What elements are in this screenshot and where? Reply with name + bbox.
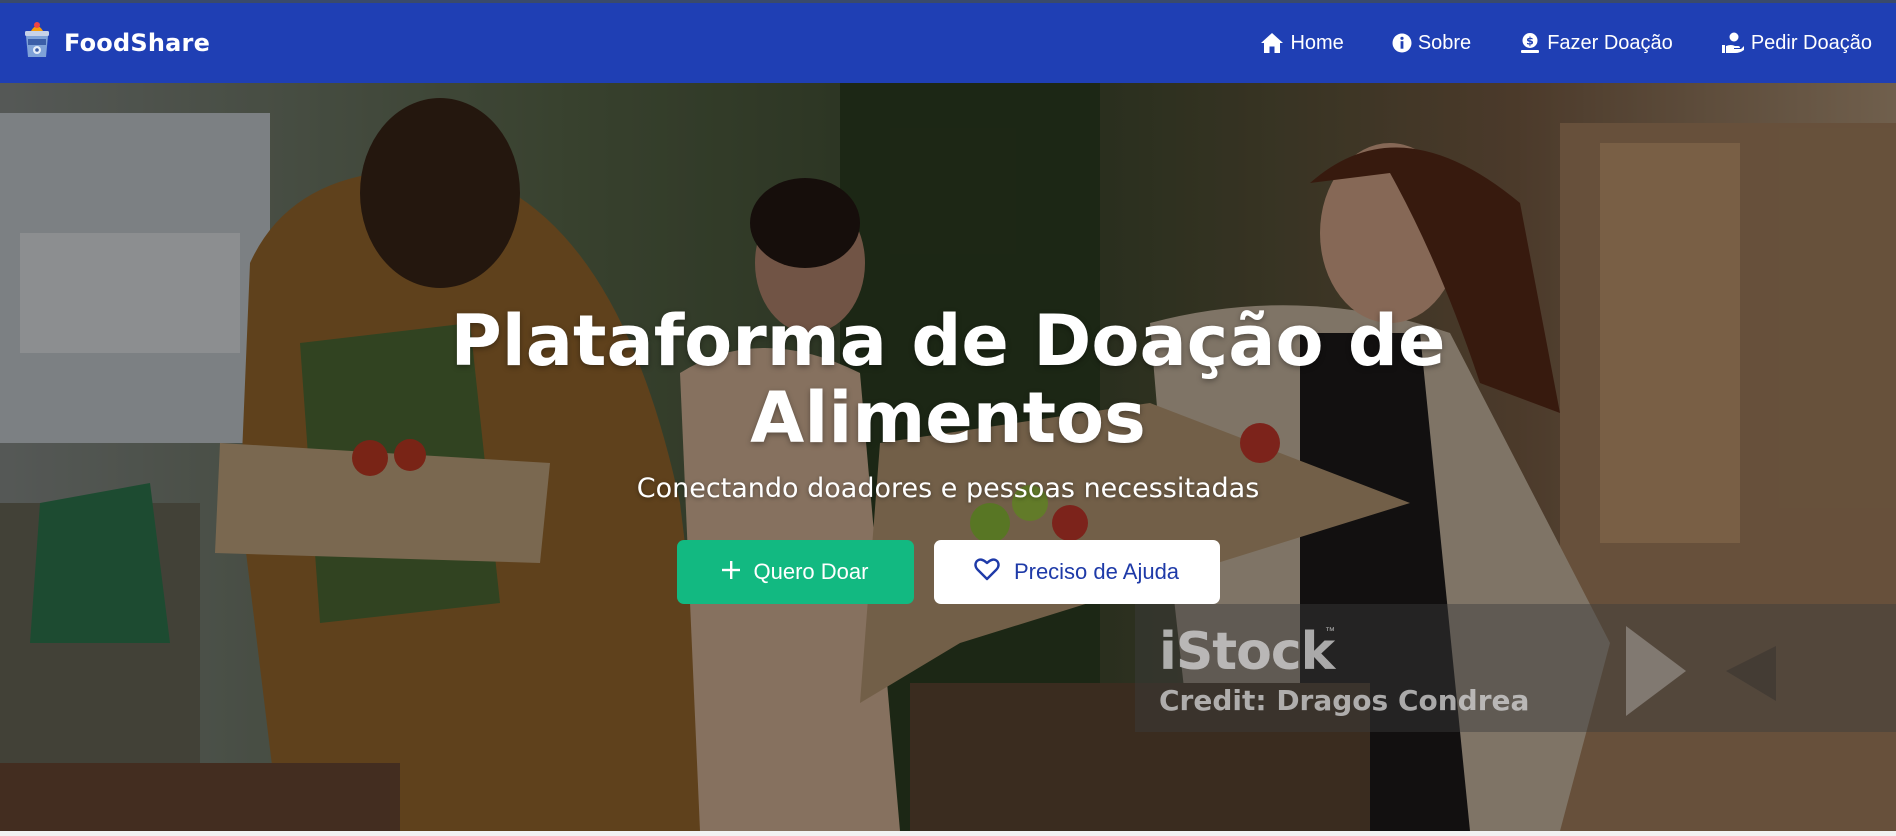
- hero-buttons: Quero Doar Preciso de Ajuda: [676, 540, 1220, 604]
- nav-link-pedir-doacao[interactable]: Pedir Doação: [1721, 32, 1872, 55]
- nav-link-label: Fazer Doação: [1547, 31, 1673, 54]
- quero-doar-label: Quero Doar: [753, 559, 869, 584]
- nav-link-label: Pedir Doação: [1750, 31, 1872, 54]
- info-icon: [1392, 33, 1412, 53]
- page-bottom-edge: [0, 831, 1896, 836]
- nav-link-label: Sobre: [1417, 31, 1472, 54]
- preciso-de-ajuda-button[interactable]: Preciso de Ajuda: [933, 540, 1220, 604]
- brand-name: FoodShare: [64, 29, 211, 57]
- brand-logo[interactable]: FoodShare: [22, 21, 210, 66]
- hero-content: Plataforma de Doação de Alimentos Conect…: [0, 83, 1896, 831]
- hero-section: iStock ™ Credit: Dragos Condrea Platafor…: [0, 83, 1896, 831]
- donate-coin-icon: $: [1519, 32, 1541, 54]
- navbar: FoodShare Home Sobre $ Fazer Doação Pedi…: [0, 3, 1896, 83]
- svg-text:$: $: [1526, 35, 1534, 48]
- nav-link-fazer-doacao[interactable]: $ Fazer Doação: [1519, 32, 1673, 55]
- food-basket-icon: [22, 21, 52, 66]
- hero-title: Plataforma de Doação de Alimentos: [450, 300, 1446, 459]
- quero-doar-button[interactable]: Quero Doar: [676, 540, 914, 604]
- nav-links: Home Sobre $ Fazer Doação Pedir Doação: [1260, 32, 1872, 55]
- hand-receive-icon: [1721, 32, 1745, 54]
- plus-icon: [721, 559, 740, 585]
- heart-icon: [974, 557, 1000, 587]
- home-icon: [1260, 32, 1284, 54]
- hero-subtitle: Conectando doadores e pessoas necessitad…: [636, 473, 1260, 504]
- nav-link-label: Home: [1290, 31, 1344, 54]
- preciso-de-ajuda-label: Preciso de Ajuda: [1013, 559, 1180, 584]
- nav-link-home[interactable]: Home: [1260, 31, 1344, 55]
- nav-link-sobre[interactable]: Sobre: [1392, 32, 1471, 55]
